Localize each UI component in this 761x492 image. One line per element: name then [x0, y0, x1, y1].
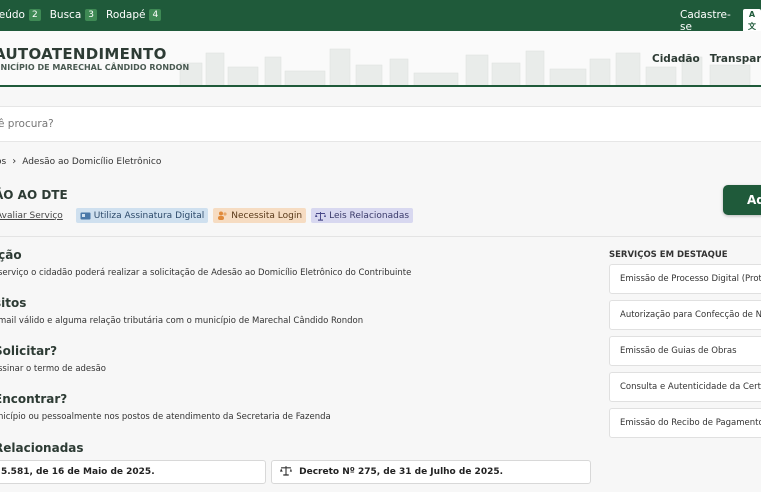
badge-label: Leis Relacionadas: [329, 210, 410, 221]
nav-item-cidadao[interactable]: Cidadão: [652, 53, 700, 65]
section-heading-requirements: sitos: [0, 296, 27, 310]
scale-icon: [315, 211, 327, 221]
law-card[interactable]: Decreto Nº 275, de 31 de Julho de 2025.: [271, 460, 591, 484]
section-text-requirements: mail válido e alguma relação tributária …: [0, 316, 364, 326]
nav-item-transparencia[interactable]: Transparênc: [710, 53, 761, 65]
law-card[interactable]: 5.581, de 16 de Maio de 2025.: [0, 460, 266, 484]
top-accessibility-bar: nteúdo 2 Busca 3 Rodapé 4 Cadastre-se A文: [0, 0, 761, 33]
featured-service-item[interactable]: Emissão de Guias de Obras: [609, 336, 761, 366]
section-heading-where-to-find: Encontrar?: [0, 392, 68, 406]
page-title: ÃO AO DTE: [0, 188, 68, 202]
breadcrumb: os › Adesão ao Domicílio Eletrônico: [0, 156, 161, 167]
site-title[interactable]: AUTOATENDIMENTO: [0, 45, 167, 63]
rate-service-link[interactable]: Avaliar Serviço: [0, 211, 63, 221]
scale-icon: [280, 466, 292, 476]
main-nav: Cidadão Transparênc: [652, 53, 761, 65]
city-skyline-illustration: [179, 48, 751, 85]
site-header: AUTOATENDIMENTO UNICÍPIO DE MARECHAL CÂN…: [0, 31, 761, 87]
section-heading-description: ição: [0, 248, 22, 262]
chevron-right-icon: ›: [12, 156, 17, 167]
skip-links: nteúdo 2 Busca 3 Rodapé 4: [0, 9, 162, 21]
skip-link-label: Rodapé: [106, 9, 146, 21]
badge-label: Necessita Login: [231, 210, 303, 221]
shortcut-key-badge: 3: [85, 9, 97, 21]
badge-related-laws[interactable]: Leis Relacionadas: [311, 208, 414, 223]
section-heading-related-laws: Relacionadas: [0, 441, 84, 455]
skip-link-label: nteúdo: [0, 9, 25, 21]
skip-link-footer[interactable]: Rodapé 4: [106, 9, 162, 21]
access-service-button[interactable]: Ad: [723, 185, 761, 215]
divider: [0, 236, 761, 237]
featured-service-item[interactable]: Emissão de Processo Digital (Protoco: [609, 264, 761, 294]
badge-login-required: Necessita Login: [213, 208, 307, 223]
skip-link-content[interactable]: nteúdo 2: [0, 9, 41, 21]
skip-link-search[interactable]: Busca 3: [50, 9, 97, 21]
law-title: 5.581, de 16 de Maio de 2025.: [1, 467, 155, 477]
site-subtitle: UNICÍPIO DE MARECHAL CÂNDIDO RONDON: [0, 63, 190, 72]
translate-icon[interactable]: A文: [742, 9, 761, 33]
id-card-icon: [80, 212, 91, 219]
signup-link[interactable]: Cadastre-se: [680, 9, 735, 33]
badge-label: Utiliza Assinatura Digital: [93, 210, 205, 221]
shortcut-key-badge: 4: [149, 9, 162, 21]
badge-digital-signature: Utiliza Assinatura Digital: [75, 208, 209, 223]
service-badges: Avaliar Serviço Utiliza Assinatura Digit…: [0, 208, 414, 223]
featured-service-item[interactable]: Consulta e Autenticidade da Certidão: [609, 372, 761, 402]
featured-service-item[interactable]: Autorização para Confecção de Notifi: [609, 300, 761, 330]
section-heading-how-to-request: Solicitar?: [0, 344, 58, 358]
skip-link-label: Busca: [49, 9, 82, 21]
featured-service-item[interactable]: Emissão do Recibo de Pagamento: [609, 408, 761, 438]
breadcrumb-item[interactable]: os: [0, 157, 6, 167]
section-text-how-to-request: ssinar o termo de adesão: [0, 364, 107, 374]
featured-services-title: SERVIÇOS EM DESTAQUE: [609, 250, 728, 260]
search-bar[interactable]: ê procura?: [0, 106, 761, 142]
shortcut-key-badge: 2: [28, 9, 41, 21]
section-text-where-to-find: nicípio ou pessoalmente nos postos de at…: [0, 412, 331, 422]
section-text-description: serviço o cidadão poderá realizar a soli…: [0, 268, 412, 278]
breadcrumb-current: Adesão ao Domicílio Eletrônico: [22, 156, 162, 167]
law-title: Decreto Nº 275, de 31 de Julho de 2025.: [299, 467, 504, 477]
users-icon: [218, 211, 227, 220]
search-input-placeholder[interactable]: ê procura?: [0, 118, 54, 130]
